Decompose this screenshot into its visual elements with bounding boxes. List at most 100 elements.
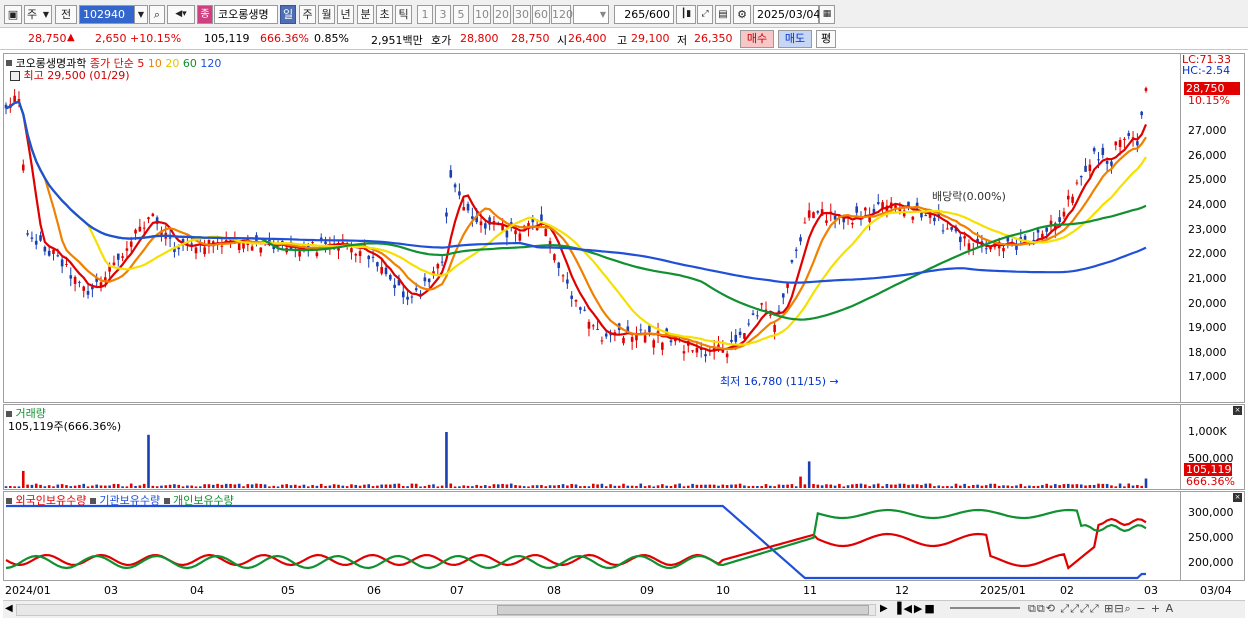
volume-bar	[155, 486, 159, 488]
volume-bar	[665, 485, 668, 488]
volume-bar	[712, 484, 716, 488]
holding-tick: 300,000	[1188, 506, 1234, 519]
candle-body	[69, 275, 73, 279]
candle-body	[695, 347, 699, 353]
volume-bar	[825, 484, 828, 488]
candle-body	[911, 216, 915, 220]
min-price-label: 최저 16,780 (11/15) →	[720, 373, 839, 389]
candle-body	[138, 226, 142, 232]
volume-bar	[855, 483, 858, 488]
volume-bar	[777, 484, 781, 488]
volume-bar	[263, 484, 267, 488]
volume-bar	[769, 485, 772, 488]
volume-bar	[332, 484, 336, 488]
volume-bar	[43, 486, 47, 488]
volume-bar	[86, 486, 90, 488]
volume-bar	[104, 485, 107, 488]
volume-bar	[488, 486, 491, 488]
scrollbar-track[interactable]	[16, 604, 876, 616]
candle-body	[406, 296, 409, 300]
volume-bar	[531, 485, 535, 488]
volume-tick: 1,000K	[1188, 425, 1227, 438]
candle-body	[505, 230, 509, 238]
zoom-slider[interactable]	[950, 607, 1020, 609]
candle-body	[540, 214, 543, 221]
volume-bar	[1101, 483, 1105, 488]
scroll-left-icon[interactable]: ◀	[5, 603, 13, 614]
volume-bar	[1036, 485, 1040, 488]
candle-body	[203, 247, 206, 255]
candle-body	[799, 237, 802, 242]
ma5-label: 5	[137, 57, 145, 70]
volume-bar	[954, 483, 958, 488]
volume-bar	[933, 486, 936, 488]
volume-bar	[691, 483, 694, 488]
candle-body	[1127, 133, 1131, 136]
x-tick: 10	[716, 584, 730, 597]
calendar-icon	[10, 71, 20, 81]
volume-bar	[384, 484, 388, 488]
ma120-label: 120	[200, 57, 222, 70]
volume-bar	[1136, 484, 1139, 488]
scroll-right-icon[interactable]: ▶	[880, 603, 888, 614]
volume-bar	[842, 486, 846, 488]
volume-bar	[30, 484, 34, 488]
volume-bar	[281, 484, 284, 488]
volume-bar	[561, 484, 565, 488]
panel-menu-icon[interactable]	[6, 60, 12, 66]
volume-bar	[851, 484, 854, 488]
volume-bar	[177, 484, 181, 488]
volume-bar	[505, 484, 509, 488]
volume-bar	[246, 484, 250, 488]
volume-bar	[609, 484, 612, 488]
volume-bar	[648, 485, 651, 488]
volume-bar	[224, 483, 228, 488]
playback-icons[interactable]: ▐◀▶■	[893, 602, 937, 615]
candle-body	[959, 236, 962, 243]
close-icon[interactable]: ×	[1233, 406, 1242, 415]
price-tick: 17,000	[1188, 370, 1227, 383]
scrollbar-thumb[interactable]	[497, 605, 869, 615]
volume-bar	[971, 484, 975, 488]
volume-bar	[743, 485, 746, 488]
panel-menu-icon[interactable]	[6, 411, 12, 417]
volume-bar	[298, 485, 301, 488]
candle-body	[553, 254, 556, 261]
panel-menu-icon[interactable]	[89, 498, 96, 504]
candle-body	[220, 245, 224, 247]
candle-body	[946, 228, 949, 230]
volume-bar	[471, 486, 474, 488]
volume-bar	[311, 485, 314, 488]
panel-menu-icon[interactable]	[163, 498, 170, 504]
price-tick: 25,000	[1188, 173, 1227, 186]
volume-bar	[574, 484, 578, 488]
volume-bar	[989, 483, 992, 488]
candle-body	[790, 260, 794, 263]
volume-rate-tag: 666.36%	[1186, 475, 1235, 488]
tool-icons[interactable]: ⧉⧉⟲ ⤢⤢⤢⤢ ⊞⊟⌕ − + A	[1028, 602, 1174, 616]
foreign-holding-line	[5, 517, 1147, 570]
candle-body	[367, 255, 371, 260]
volume-bar	[116, 484, 120, 488]
volume-bar	[734, 484, 738, 488]
volume-bar	[328, 485, 332, 488]
volume-bar	[216, 483, 219, 488]
volume-bar	[125, 486, 129, 488]
volume-bar	[168, 484, 172, 488]
candle-body	[1002, 247, 1005, 252]
candle-body	[1084, 165, 1087, 172]
volume-bar	[397, 483, 401, 488]
panel-menu-icon[interactable]	[6, 498, 12, 504]
volume-bar	[458, 486, 461, 488]
volume-bar	[160, 485, 163, 488]
volume-bar	[410, 483, 414, 488]
volume-bar	[181, 486, 185, 488]
hc-label: HC:-2.54	[1182, 64, 1231, 77]
candle-body	[423, 277, 427, 282]
volume-bar	[34, 483, 38, 488]
close-icon[interactable]: ×	[1233, 493, 1242, 502]
volume-bar	[82, 483, 86, 488]
volume-bar	[406, 486, 409, 488]
candle-body	[557, 262, 561, 268]
candle-body	[630, 337, 634, 342]
